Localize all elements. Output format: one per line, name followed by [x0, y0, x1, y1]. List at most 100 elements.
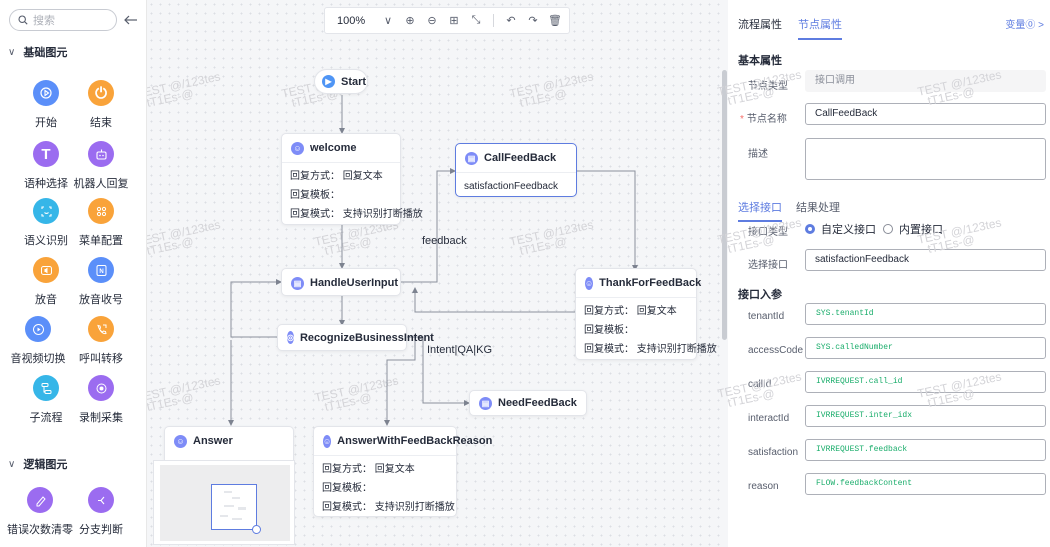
- tool-label: 放音收号: [79, 294, 123, 306]
- node-row: 回复模板：: [290, 190, 340, 201]
- subtab-select-interface[interactable]: 选择接口: [738, 199, 782, 222]
- tool-label: 分支判断: [79, 524, 123, 536]
- required-marker: *: [740, 114, 744, 125]
- node-callfeedback[interactable]: ▤ CallFeedBack satisfactionFeedback: [455, 143, 577, 197]
- param-value-input[interactable]: SYS.tenantId: [805, 303, 1046, 325]
- node-start[interactable]: ▶ Start: [314, 69, 368, 94]
- node-row: 回复模式： 支持识别打断播放: [290, 209, 423, 220]
- node-title: HandleUserInput: [310, 277, 399, 289]
- minimap[interactable]: [153, 460, 295, 545]
- robot-icon: ☺: [174, 434, 187, 448]
- tool-play-collect[interactable]: N 放音收号: [66, 257, 136, 307]
- group-basic-title[interactable]: ∨ 基础图元: [8, 44, 67, 60]
- node-row: 回复模式： 支持识别打断播放: [584, 344, 717, 355]
- subflow-icon: [33, 375, 59, 401]
- param-value-input[interactable]: FLOW.feedbackContent: [805, 473, 1046, 495]
- chevron-down-icon: ∨: [8, 46, 16, 58]
- node-title: ThankForFeedBack: [599, 277, 702, 289]
- robot-icon: ☺: [291, 141, 304, 155]
- tool-branch[interactable]: 分支判断: [66, 487, 136, 537]
- node-row: 回复模板：: [322, 483, 372, 494]
- node-thankforfeedback[interactable]: ☺ ThankForFeedBack 回复方式： 回复文本 回复模板： 回复模式：…: [575, 268, 717, 360]
- branch-icon: [88, 487, 114, 513]
- menu-icon: [88, 198, 114, 224]
- record-icon: [88, 375, 114, 401]
- speaker-icon: [33, 257, 59, 283]
- element-palette: 搜索 ∨ 基础图元 开始 ⏻ 结束 T 语种选择 机器人回复 语义识别 菜单配置…: [0, 0, 147, 547]
- tool-end[interactable]: ⏻ 结束: [66, 80, 136, 130]
- properties-panel: 流程属性 节点属性 变量⓪ > 基本属性 节点类型 接口调用 * 节点名称 Cal…: [716, 0, 1050, 547]
- play-icon: [33, 80, 59, 106]
- tool-label: 菜单配置: [79, 235, 123, 247]
- power-icon: ⏻: [88, 80, 114, 106]
- search-icon: [18, 15, 28, 25]
- play-icon: ▶: [322, 75, 335, 88]
- section-basic-title: 基本属性: [738, 55, 782, 67]
- minimap-viewport[interactable]: [211, 484, 257, 530]
- keypad-icon: N: [88, 257, 114, 283]
- node-welcome[interactable]: ☺ welcome 回复方式： 回复文本 回复模板： 回复模式： 支持识别打断播放: [281, 133, 423, 225]
- node-row: 回复模式： 支持识别打断播放: [322, 502, 455, 513]
- node-handleuserinput[interactable]: ▤ HandleUserInput: [281, 268, 401, 296]
- text-icon: T: [33, 141, 59, 167]
- node-name-label: * 节点名称: [740, 114, 787, 125]
- variables-link[interactable]: 变量⓪ >: [1005, 16, 1044, 31]
- tool-label: 录制采集: [79, 412, 123, 424]
- param-name: interactId: [748, 413, 790, 424]
- select-interface-label: 选择接口: [748, 260, 788, 271]
- tool-media-switch[interactable]: 音视频切换: [3, 316, 73, 366]
- description-label: 描述: [748, 149, 768, 160]
- subtab-result-handling[interactable]: 结果处理: [796, 199, 840, 222]
- group-basic-label: 基础图元: [23, 47, 68, 59]
- watermark: TEST @/123testT1Es-@: [716, 369, 803, 410]
- tool-call-transfer[interactable]: 呼叫转移: [66, 316, 136, 366]
- scan-icon: [33, 198, 59, 224]
- collapse-arrow-icon[interactable]: [122, 11, 140, 29]
- panel-tabs: 流程属性 节点属性: [738, 16, 858, 40]
- chevron-down-icon: ∨: [8, 458, 16, 470]
- node-row: 回复模板：: [584, 325, 634, 336]
- minimap-preview: [220, 491, 246, 520]
- tool-clear-error-count[interactable]: 错误次数清零: [5, 487, 75, 537]
- group-logic-label: 逻辑图元: [23, 459, 68, 471]
- interface-icon: ▤: [465, 151, 478, 165]
- node-row: 回复方式： 回复文本: [322, 464, 415, 475]
- node-answer[interactable]: ☺ Answer: [164, 426, 294, 460]
- node-title: Answer: [193, 435, 233, 447]
- node-needfeedback[interactable]: ▤ NeedFeedBack: [469, 390, 587, 416]
- node-title: CallFeedBack: [484, 152, 557, 164]
- tool-robot-reply[interactable]: 机器人回复: [66, 141, 136, 191]
- watermark: TEST @/123testT1Es-@: [716, 215, 803, 256]
- tab-flow-properties[interactable]: 流程属性: [738, 16, 782, 40]
- radio-custom-interface[interactable]: 自定义接口: [805, 221, 876, 237]
- edge-thank-handle: [412, 287, 575, 313]
- node-row: satisfactionFeedback: [464, 181, 558, 192]
- search-placeholder: 搜索: [33, 15, 55, 27]
- group-logic-title[interactable]: ∨ 逻辑图元: [8, 456, 67, 472]
- description-textarea[interactable]: [805, 138, 1046, 180]
- palette-search-input[interactable]: 搜索: [9, 9, 117, 31]
- flow-canvas[interactable]: TEST @/123testT1Es-@ TEST @/123testT1Es-…: [147, 0, 720, 547]
- tool-label: 机器人回复: [73, 178, 129, 190]
- tool-menu-config[interactable]: 菜单配置: [66, 198, 136, 248]
- robot-icon: ☺: [585, 276, 594, 290]
- tab-node-properties[interactable]: 节点属性: [798, 16, 842, 40]
- interface-icon: ▤: [479, 396, 492, 410]
- param-value-input[interactable]: IVRREQUEST.feedback: [805, 439, 1046, 461]
- tool-label: 音视频切换: [10, 353, 66, 365]
- node-recognizebusinessintent[interactable]: ◎ RecognizeBusinessIntent: [277, 324, 434, 351]
- clear-icon: [27, 487, 53, 513]
- param-name: reason: [748, 481, 779, 492]
- minimap-resize-handle[interactable]: [252, 525, 261, 534]
- tool-label: 呼叫转移: [79, 353, 123, 365]
- tool-label: 错误次数清零: [7, 524, 73, 536]
- svg-text:N: N: [99, 269, 103, 275]
- param-value-input[interactable]: SYS.calledNumber: [805, 337, 1046, 359]
- tool-record-collect[interactable]: 录制采集: [66, 375, 136, 425]
- panel-scrollbar[interactable]: [722, 70, 727, 340]
- section-params-title: 接口入参: [738, 289, 782, 301]
- node-title: RecognizeBusinessIntent: [299, 331, 434, 344]
- robot-icon: ☺: [323, 434, 332, 448]
- param-name: satisfaction: [748, 447, 799, 458]
- node-answerwithfeedbackreason[interactable]: ☺ AnswerWithFeedBackReason 回复方式： 回复文本 回复模…: [313, 426, 492, 517]
